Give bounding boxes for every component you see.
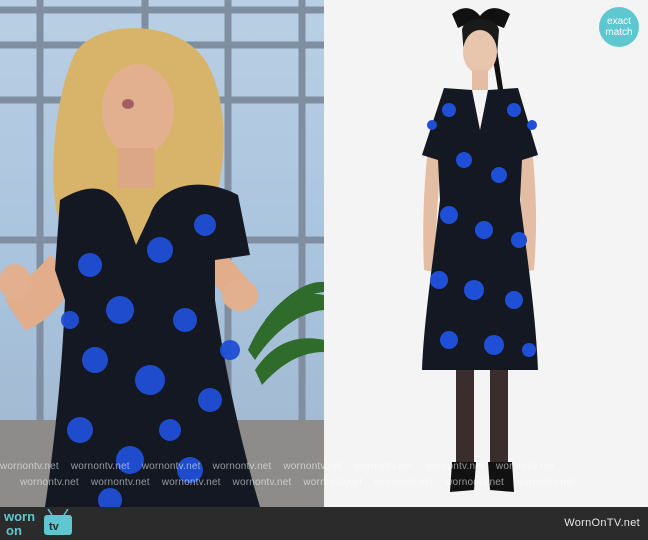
product-photo: [324, 0, 648, 507]
logo-text-tv: tv: [49, 521, 60, 533]
footer-site-name[interactable]: WornOnTV.net: [564, 517, 640, 529]
badge-line-2: match: [605, 27, 633, 38]
studio-scene: [0, 0, 324, 507]
exact-match-badge: exact match: [599, 7, 639, 47]
wornontv-logo[interactable]: worn on tv: [4, 509, 84, 537]
logo-text-on: on: [6, 523, 22, 537]
footer-bar: [0, 507, 648, 540]
tv-icon: tv: [44, 509, 72, 535]
badge-line-1: exact: [607, 16, 631, 27]
model-figure: [422, 8, 538, 492]
logo-graphic: worn on tv: [4, 509, 72, 537]
logo-text-worn: worn: [4, 509, 35, 524]
tv-screenshot-photo: [0, 0, 324, 507]
